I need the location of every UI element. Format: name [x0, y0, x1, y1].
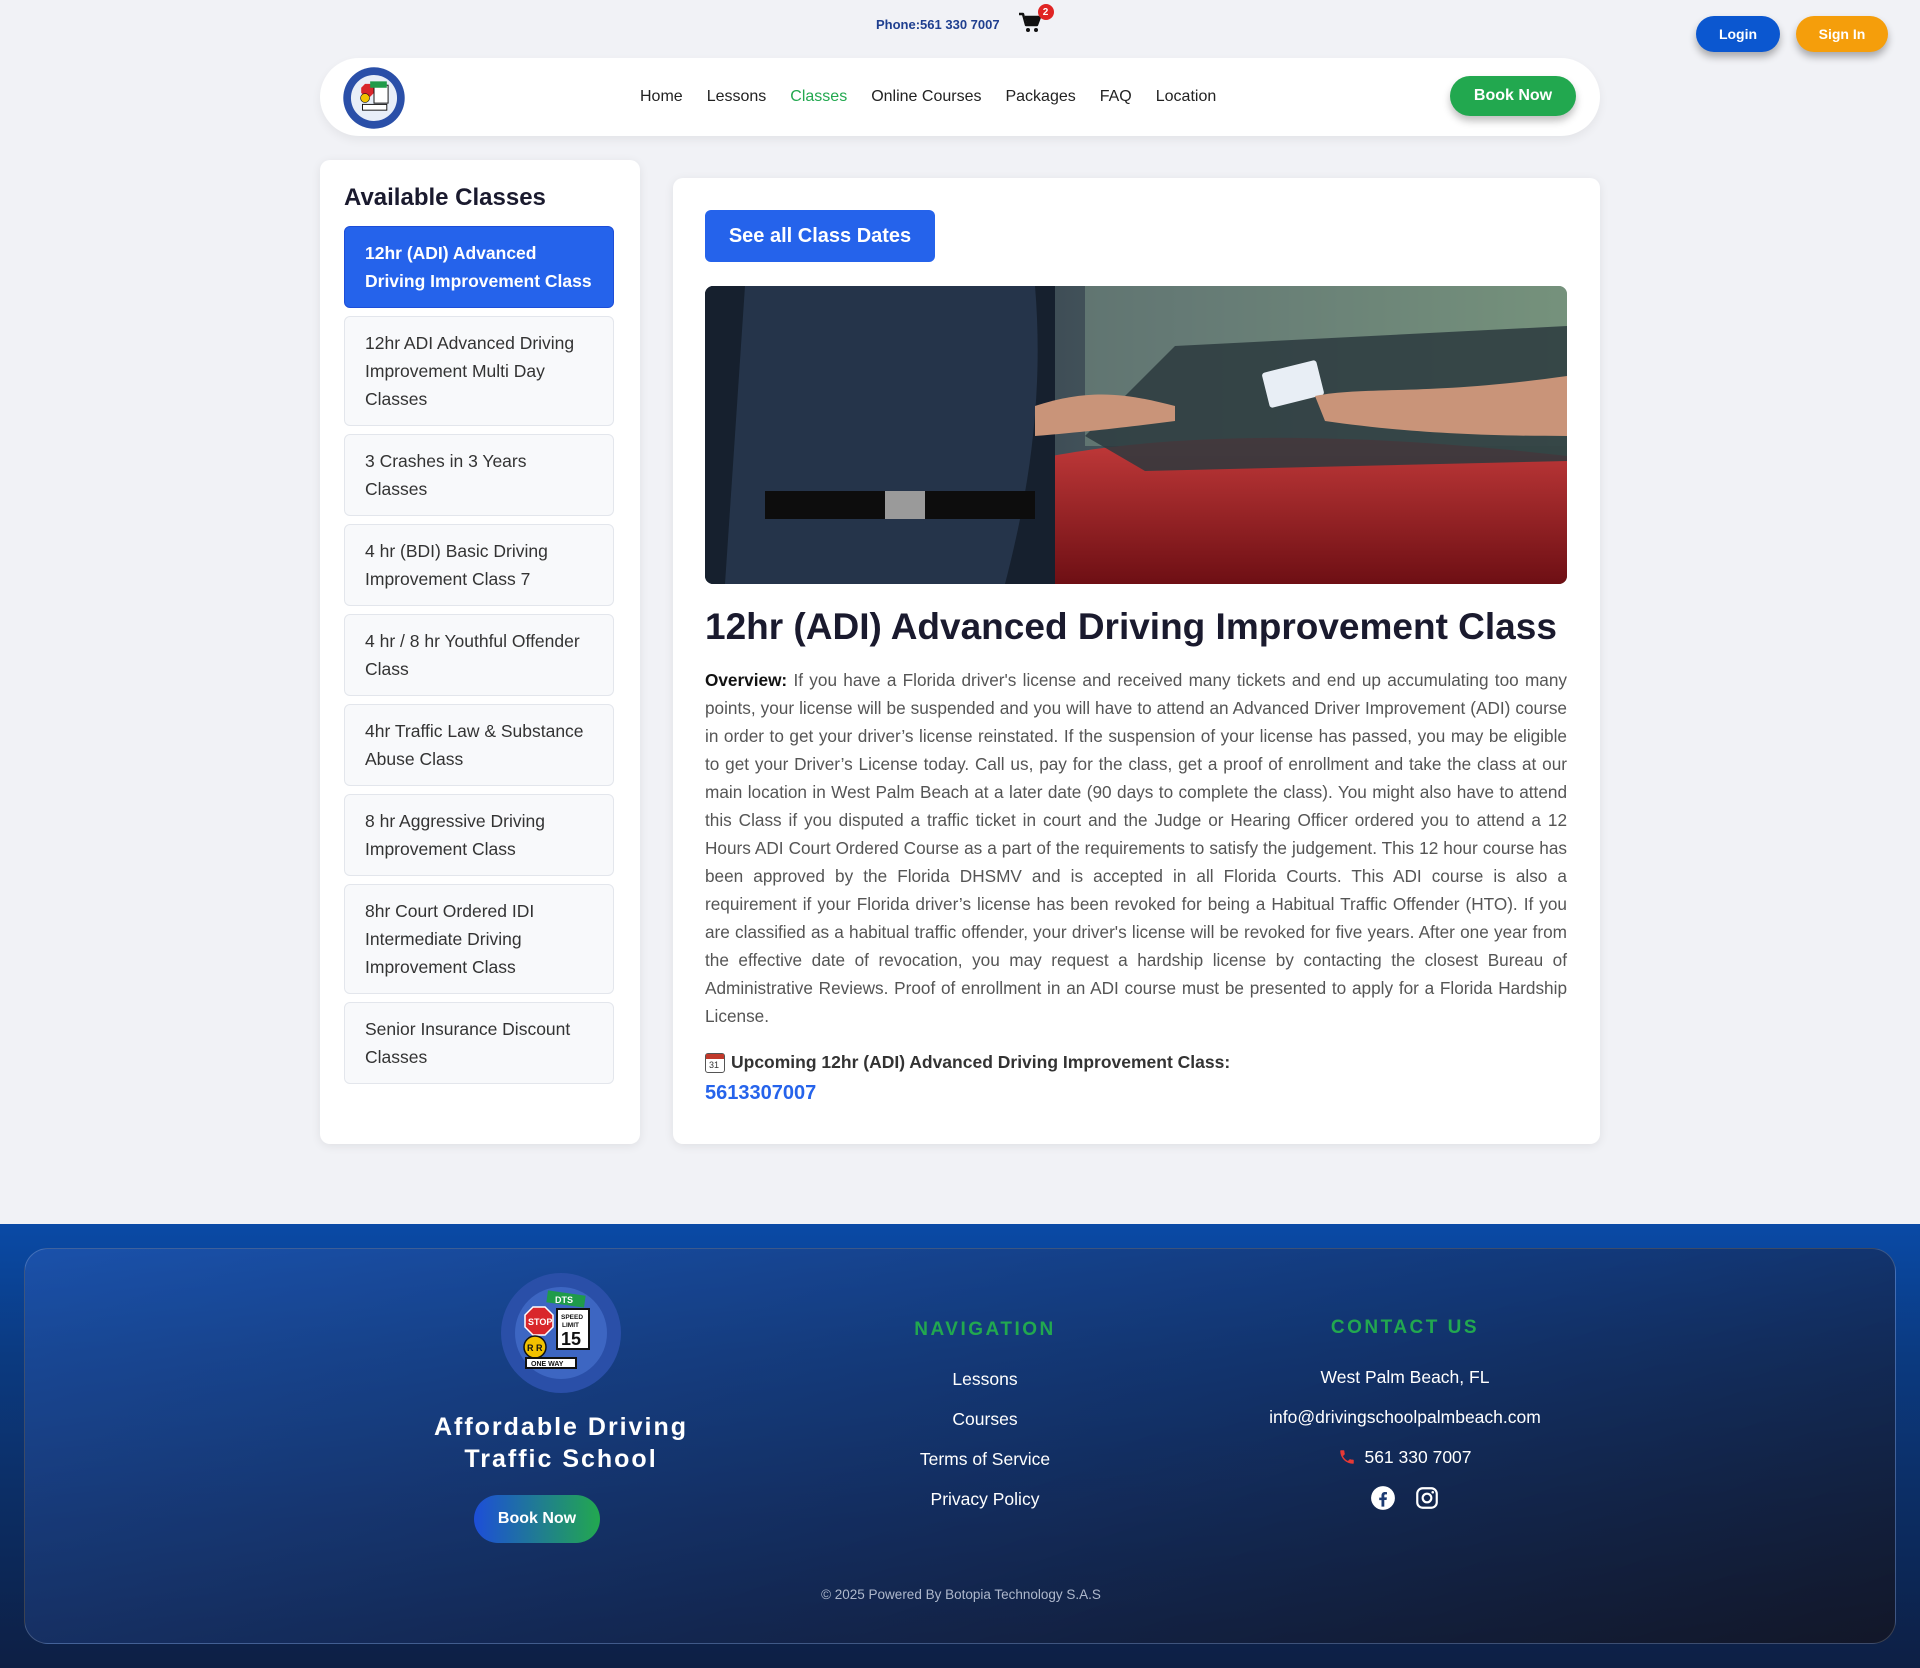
calendar-icon: 31 [705, 1052, 725, 1073]
footer-navigation: NAVIGATION Lessons Courses Terms of Serv… [865, 1319, 1105, 1519]
class-item-idi-8hr[interactable]: 8hr Court Ordered IDI Intermediate Drivi… [344, 884, 614, 994]
class-item-tlsae[interactable]: 4hr Traffic Law & Substance Abuse Class [344, 704, 614, 786]
footer-phone-line[interactable]: 561 330 7007 [1205, 1437, 1605, 1477]
instagram-icon[interactable] [1414, 1485, 1440, 1511]
footer-phone: 561 330 7007 [1364, 1447, 1472, 1467]
social-links [1205, 1485, 1605, 1511]
class-item-adi-12hr[interactable]: 12hr (ADI) Advanced Driving Improvement … [344, 226, 614, 308]
upcoming-class-phone-link[interactable]: 5613307007 [705, 1082, 816, 1105]
logo-limit-text: LIMIT [562, 1322, 579, 1329]
sidebar-title: Available Classes [344, 184, 546, 211]
nav-classes[interactable]: Classes [790, 88, 847, 106]
see-all-class-dates-button[interactable]: See all Class Dates [705, 210, 935, 262]
footer-contact: CONTACT US West Palm Beach, FL info@driv… [1205, 1317, 1605, 1511]
footer-nav-heading: NAVIGATION [914, 1319, 1056, 1340]
class-item-3-crashes[interactable]: 3 Crashes in 3 Years Classes [344, 434, 614, 516]
logo-stop-text: STOP [528, 1317, 552, 1327]
footer-brand-line-2: Traffic School [464, 1445, 658, 1473]
logo-rr-text: R R [527, 1343, 543, 1353]
footer-email[interactable]: info@drivingschoolpalmbeach.com [1205, 1397, 1605, 1437]
nav-home[interactable]: Home [640, 88, 683, 106]
nav-location[interactable]: Location [1156, 88, 1217, 106]
nav-links: Home Lessons Classes Online Courses Pack… [640, 58, 1216, 136]
book-now-button[interactable]: Book Now [1450, 76, 1576, 116]
class-item-bdi-4hr[interactable]: 4 hr (BDI) Basic Driving Improvement Cla… [344, 524, 614, 606]
logo-speed-value: 15 [561, 1329, 581, 1349]
footer-card: DTS STOP SPEED LIMIT 15 R R ONE WAY Affo… [24, 1248, 1896, 1644]
class-item-youthful-offender[interactable]: 4 hr / 8 hr Youthful Offender Class [344, 614, 614, 696]
auth-buttons: Login Sign In [1696, 16, 1888, 52]
footer-brand-name: Affordable Driving Traffic School [385, 1411, 737, 1475]
facebook-icon[interactable] [1370, 1485, 1396, 1511]
footer-link-privacy[interactable]: Privacy Policy [865, 1479, 1105, 1519]
upcoming-class-heading: 31 Upcoming 12hr (ADI) Advanced Driving … [705, 1052, 1230, 1073]
footer-link-terms[interactable]: Terms of Service [865, 1439, 1105, 1479]
top-contact-bar: Phone:561 330 7007 2 [876, 4, 1054, 36]
nav-lessons[interactable]: Lessons [707, 88, 767, 106]
school-logo[interactable] [342, 66, 406, 130]
footer-book-now-button[interactable]: Book Now [474, 1495, 600, 1543]
calendar-day: 31 [709, 1059, 720, 1070]
cart-count-badge: 2 [1037, 4, 1054, 20]
class-item-senior-discount[interactable]: Senior Insurance Discount Classes [344, 1002, 614, 1084]
site-footer: DTS STOP SPEED LIMIT 15 R R ONE WAY Affo… [0, 1224, 1920, 1668]
logo-one-way-text: ONE WAY [531, 1361, 564, 1368]
footer-link-courses[interactable]: Courses [865, 1399, 1105, 1439]
footer-brand-line-1: Affordable Driving [433, 1413, 689, 1441]
phone-icon [1340, 1450, 1355, 1464]
copyright: © 2025 Powered By Botopia Technology S.A… [821, 1587, 1101, 1602]
overview-label: Overview: [705, 670, 788, 690]
logo-speed-text: SPEED [561, 1314, 583, 1321]
logo-dts-text: DTS [555, 1295, 573, 1305]
cart-button[interactable]: 2 [1018, 4, 1054, 36]
footer-address: West Palm Beach, FL [1320, 1367, 1490, 1387]
hero-image-police-license [705, 286, 1567, 584]
available-classes-sidebar: Available Classes 12hr (ADI) Advanced Dr… [320, 160, 640, 1144]
nav-faq[interactable]: FAQ [1100, 88, 1132, 106]
header-phone[interactable]: Phone:561 330 7007 [876, 17, 1000, 32]
main-navbar: Home Lessons Classes Online Courses Pack… [320, 58, 1600, 136]
footer-link-lessons[interactable]: Lessons [865, 1359, 1105, 1399]
overview-text: If you have a Florida driver's license a… [705, 670, 1567, 1026]
class-item-aggressive-driving[interactable]: 8 hr Aggressive Driving Improvement Clas… [344, 794, 614, 876]
nav-online-courses[interactable]: Online Courses [871, 88, 981, 106]
nav-packages[interactable]: Packages [1005, 88, 1075, 106]
footer-logo: DTS STOP SPEED LIMIT 15 R R ONE WAY [501, 1273, 621, 1393]
class-item-adi-multi-day[interactable]: 12hr ADI Advanced Driving Improvement Mu… [344, 316, 614, 426]
login-button[interactable]: Login [1696, 16, 1780, 52]
upcoming-class-label: Upcoming 12hr (ADI) Advanced Driving Imp… [731, 1052, 1231, 1072]
class-detail-card: See all Class Dates 12hr (ADI) Advanced … [673, 178, 1600, 1144]
class-overview: Overview: If you have a Florida driver's… [705, 666, 1567, 1030]
sign-in-button[interactable]: Sign In [1796, 16, 1888, 52]
class-title: 12hr (ADI) Advanced Driving Improvement … [705, 606, 1557, 647]
footer-contact-heading: CONTACT US [1330, 1317, 1480, 1338]
